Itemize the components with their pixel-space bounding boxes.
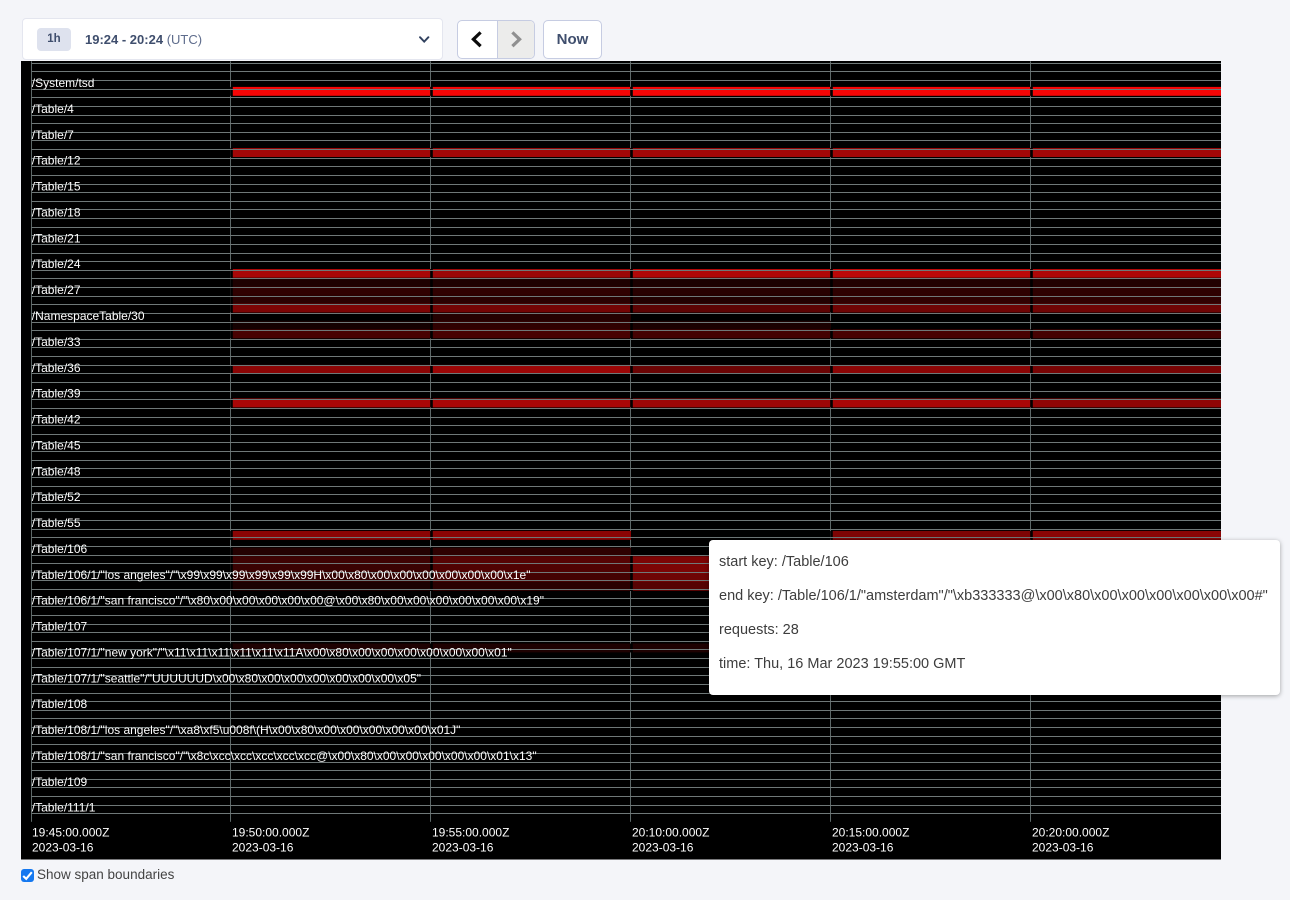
svg-text:/System/tsd: /System/tsd — [32, 76, 95, 90]
svg-text:/Table/108: /Table/108 — [32, 697, 88, 711]
svg-text:/Table/107/1/"seattle"/"UUUUUU: /Table/107/1/"seattle"/"UUUUUUD\x00\x80\… — [32, 671, 421, 685]
svg-text:/Table/45: /Table/45 — [32, 438, 81, 452]
svg-text:/Table/107/1/"new york"/"\x11\: /Table/107/1/"new york"/"\x11\x11\x11\x1… — [32, 646, 512, 660]
svg-text:/Table/111/1: /Table/111/1 — [32, 801, 96, 815]
svg-text:/Table/108/1/"los angeles"/"\x: /Table/108/1/"los angeles"/"\xa8\xf5\u00… — [32, 723, 461, 737]
svg-text:/Table/7: /Table/7 — [32, 128, 74, 142]
svg-text:/Table/108/1/"san francisco"/": /Table/108/1/"san francisco"/"\x8c\xcc\x… — [32, 749, 537, 763]
svg-text:/Table/107: /Table/107 — [32, 620, 88, 634]
svg-text:/Table/21: /Table/21 — [32, 231, 81, 245]
svg-text:/Table/42: /Table/42 — [32, 413, 81, 427]
svg-text:/Table/18: /Table/18 — [32, 206, 81, 220]
svg-text:2023-03-16: 2023-03-16 — [32, 841, 94, 855]
svg-text:/Table/106: /Table/106 — [32, 542, 88, 556]
svg-text:20:10:00.000Z: 20:10:00.000Z — [632, 826, 709, 840]
svg-text:/Table/36: /Table/36 — [32, 361, 81, 375]
svg-text:19:45:00.000Z: 19:45:00.000Z — [32, 826, 109, 840]
svg-text:19:55:00.000Z: 19:55:00.000Z — [432, 826, 509, 840]
svg-text:/Table/39: /Table/39 — [32, 387, 81, 401]
svg-text:/Table/27: /Table/27 — [32, 283, 81, 297]
svg-text:/Table/33: /Table/33 — [32, 335, 81, 349]
svg-text:/Table/4: /Table/4 — [32, 102, 74, 116]
svg-text:/Table/24: /Table/24 — [32, 257, 81, 271]
svg-text:/NamespaceTable/30: /NamespaceTable/30 — [32, 309, 145, 323]
svg-text:2023-03-16: 2023-03-16 — [232, 841, 294, 855]
svg-text:/Table/106/1/"los angeles"/"\x: /Table/106/1/"los angeles"/"\x99\x99\x99… — [32, 568, 531, 582]
svg-text:/Table/55: /Table/55 — [32, 516, 81, 530]
svg-text:/Table/15: /Table/15 — [32, 180, 81, 194]
svg-text:2023-03-16: 2023-03-16 — [432, 841, 494, 855]
svg-text:2023-03-16: 2023-03-16 — [632, 841, 694, 855]
svg-text:/Table/109: /Table/109 — [32, 775, 88, 789]
svg-text:2023-03-16: 2023-03-16 — [1032, 841, 1094, 855]
svg-text:/Table/12: /Table/12 — [32, 154, 81, 168]
svg-text:2023-03-16: 2023-03-16 — [832, 841, 894, 855]
svg-text:/Table/52: /Table/52 — [32, 490, 81, 504]
svg-text:20:20:00.000Z: 20:20:00.000Z — [1032, 826, 1109, 840]
svg-text:20:15:00.000Z: 20:15:00.000Z — [832, 826, 909, 840]
svg-text:/Table/48: /Table/48 — [32, 464, 81, 478]
svg-text:19:50:00.000Z: 19:50:00.000Z — [232, 826, 309, 840]
svg-text:/Table/106/1/"san francisco"/": /Table/106/1/"san francisco"/"\x80\x00\x… — [32, 594, 544, 608]
